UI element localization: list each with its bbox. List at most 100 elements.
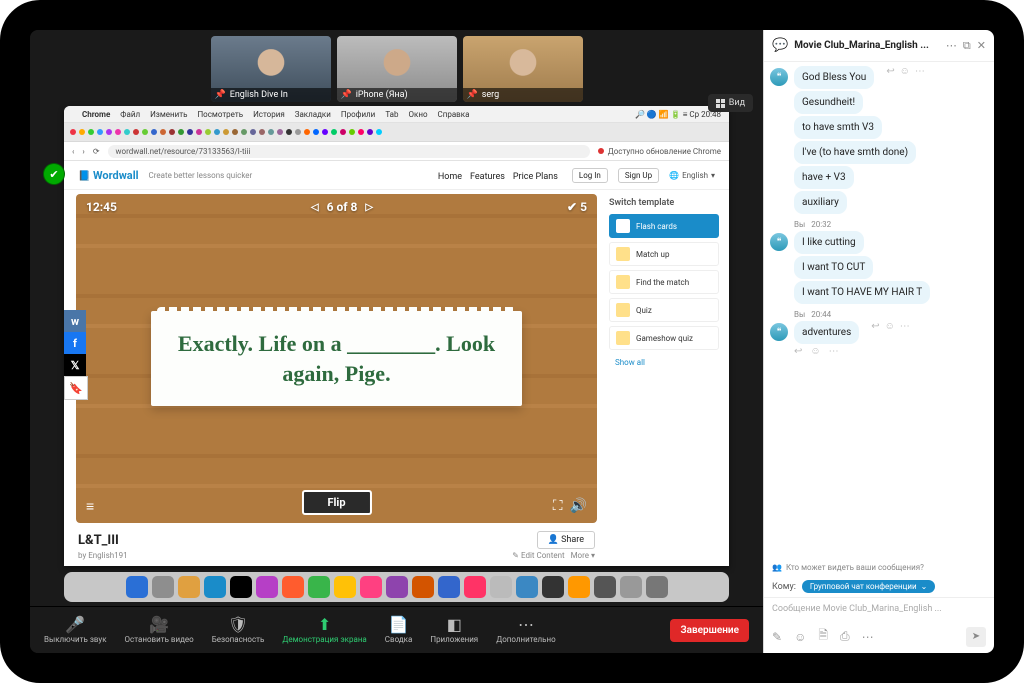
dock-app[interactable] bbox=[386, 576, 408, 598]
vk-icon[interactable]: w bbox=[64, 310, 86, 332]
tab-favicon[interactable] bbox=[79, 129, 85, 135]
x-icon[interactable]: 𝕏 bbox=[64, 354, 86, 376]
more-button[interactable]: ⋯Дополнительно bbox=[496, 617, 555, 644]
tab-favicon[interactable] bbox=[340, 129, 346, 135]
menu-item[interactable]: Окно bbox=[409, 110, 428, 119]
video-tile[interactable]: 📌English Dive In bbox=[211, 36, 331, 102]
dock-app[interactable] bbox=[204, 576, 226, 598]
edit-content-link[interactable]: ✎ Edit Content bbox=[512, 551, 564, 560]
chat-message[interactable]: ❝God Bless You↩ ☺ ⋯ bbox=[770, 66, 986, 89]
compose-input[interactable]: Сообщение Movie Club_Marina_English ... bbox=[764, 597, 994, 620]
tab-favicon[interactable] bbox=[277, 129, 283, 135]
tab-favicon[interactable] bbox=[97, 129, 103, 135]
nav-link[interactable]: Home bbox=[438, 172, 462, 182]
tab-favicon[interactable] bbox=[151, 129, 157, 135]
dock-app[interactable] bbox=[360, 576, 382, 598]
dock-app[interactable] bbox=[646, 576, 668, 598]
chat-close-icon[interactable]: ✕ bbox=[977, 39, 986, 52]
tab-favicon[interactable] bbox=[70, 129, 76, 135]
chat-message[interactable]: ❝adventures↩ ☺ ⋯ bbox=[770, 321, 986, 344]
reply-icon[interactable]: ↩ bbox=[886, 66, 894, 77]
nav-link[interactable]: Price Plans bbox=[513, 172, 558, 182]
security-button[interactable]: 🛡Безопасность bbox=[212, 617, 265, 644]
template-option[interactable]: Match up bbox=[609, 242, 719, 266]
template-option[interactable]: Flash cards bbox=[609, 214, 719, 238]
emoji-icon[interactable]: ☺ bbox=[794, 630, 806, 644]
address-bar[interactable]: wordwall.net/resource/73133563/l-tiii bbox=[108, 145, 590, 158]
tab-favicon[interactable] bbox=[259, 129, 265, 135]
wordwall-logo[interactable]: Wordwall bbox=[78, 169, 139, 182]
template-option[interactable]: Find the match bbox=[609, 270, 719, 294]
react-icon[interactable]: ☺ bbox=[900, 66, 910, 77]
lang-picker[interactable]: 🌐 English ▾ bbox=[669, 171, 715, 180]
tab-favicon[interactable] bbox=[286, 129, 292, 135]
fwd-icon[interactable]: › bbox=[82, 147, 84, 156]
flashcard-stage[interactable]: 12:45 ◁6 of 8▷ ✔ 5 Exactly. Life on a __… bbox=[76, 194, 597, 523]
template-option[interactable]: Gameshow quiz bbox=[609, 326, 719, 350]
dock-app[interactable] bbox=[308, 576, 330, 598]
chat-messages[interactable]: ❝God Bless You↩ ☺ ⋯❝Gesundheit!❝to have … bbox=[764, 62, 994, 559]
video-tile[interactable]: 📌iPhone (Яна) bbox=[337, 36, 457, 102]
menu-item[interactable]: История bbox=[253, 110, 285, 119]
tab-favicon[interactable] bbox=[124, 129, 130, 135]
tab-favicon[interactable] bbox=[133, 129, 139, 135]
msg-more-icon[interactable]: ⋯ bbox=[915, 66, 925, 77]
tab-favicon[interactable] bbox=[223, 129, 229, 135]
menu-item[interactable]: Закладки bbox=[295, 110, 331, 119]
tab-favicon[interactable] bbox=[241, 129, 247, 135]
react-icon[interactable]: ☺ bbox=[885, 321, 895, 332]
menu-item[interactable]: Посмотреть bbox=[197, 110, 243, 119]
dock-app[interactable] bbox=[230, 576, 252, 598]
summary-button[interactable]: 📄Сводка bbox=[385, 617, 413, 644]
send-button[interactable]: ➤ bbox=[966, 627, 986, 647]
tab-favicon[interactable] bbox=[376, 129, 382, 135]
react-icon[interactable]: ☺ bbox=[810, 346, 820, 357]
chrome-update-pill[interactable]: Доступно обновление Chrome bbox=[598, 147, 721, 156]
msg-more-icon[interactable]: ⋯ bbox=[829, 346, 839, 357]
menu-icon[interactable]: ≡ bbox=[86, 498, 94, 515]
dock-app[interactable] bbox=[490, 576, 512, 598]
chat-message[interactable]: ❝I've (to have smth done) bbox=[770, 141, 986, 164]
file-icon[interactable]: 🗎 bbox=[818, 626, 828, 647]
video-tile[interactable]: 📌serg bbox=[463, 36, 583, 102]
dock-app[interactable] bbox=[152, 576, 174, 598]
dock-app[interactable] bbox=[464, 576, 486, 598]
reload-icon[interactable]: ⟳ bbox=[93, 147, 100, 156]
share-button[interactable]: 👤 Share bbox=[537, 531, 595, 549]
signup-button[interactable]: Sign Up bbox=[618, 168, 659, 183]
chat-popout-icon[interactable]: ⧉ bbox=[963, 39, 971, 53]
tab-favicon[interactable] bbox=[196, 129, 202, 135]
template-option[interactable]: Quiz bbox=[609, 298, 719, 322]
chat-message[interactable]: ❝have + V3 bbox=[770, 166, 986, 189]
tab-favicon[interactable] bbox=[232, 129, 238, 135]
tab-favicon[interactable] bbox=[115, 129, 121, 135]
reply-icon[interactable]: ↩ bbox=[794, 346, 802, 357]
dock-app[interactable] bbox=[126, 576, 148, 598]
more-link[interactable]: More ▾ bbox=[571, 551, 595, 560]
end-meeting-button[interactable]: Завершение bbox=[670, 619, 749, 642]
bookmark-icon[interactable]: 🔖 bbox=[64, 376, 88, 400]
tab-favicon[interactable] bbox=[187, 129, 193, 135]
dock-app[interactable] bbox=[516, 576, 538, 598]
tab-favicon[interactable] bbox=[160, 129, 166, 135]
format-icon[interactable]: ✎ bbox=[772, 630, 782, 644]
tab-favicon[interactable] bbox=[142, 129, 148, 135]
apps-button[interactable]: ◧Приложения bbox=[430, 617, 478, 644]
tab-favicon[interactable] bbox=[169, 129, 175, 135]
dock-app[interactable] bbox=[568, 576, 590, 598]
dock-app[interactable] bbox=[282, 576, 304, 598]
chat-message[interactable]: ❝I want TO HAVE MY HAIR T bbox=[770, 281, 986, 304]
chat-message[interactable]: ❝I like cutting bbox=[770, 231, 986, 254]
facebook-icon[interactable]: f bbox=[64, 332, 86, 354]
dots-icon[interactable]: ⋯ bbox=[862, 630, 874, 644]
tab-favicon[interactable] bbox=[349, 129, 355, 135]
reply-icon[interactable]: ↩ bbox=[871, 321, 879, 332]
tab-favicon[interactable] bbox=[295, 129, 301, 135]
dock-app[interactable] bbox=[594, 576, 616, 598]
dock-app[interactable] bbox=[620, 576, 642, 598]
mute-button[interactable]: 🎤Выключить звук bbox=[44, 617, 107, 644]
tab-favicon[interactable] bbox=[367, 129, 373, 135]
dock-app[interactable] bbox=[334, 576, 356, 598]
tab-favicon[interactable] bbox=[268, 129, 274, 135]
show-all-link[interactable]: Show all bbox=[609, 354, 719, 371]
